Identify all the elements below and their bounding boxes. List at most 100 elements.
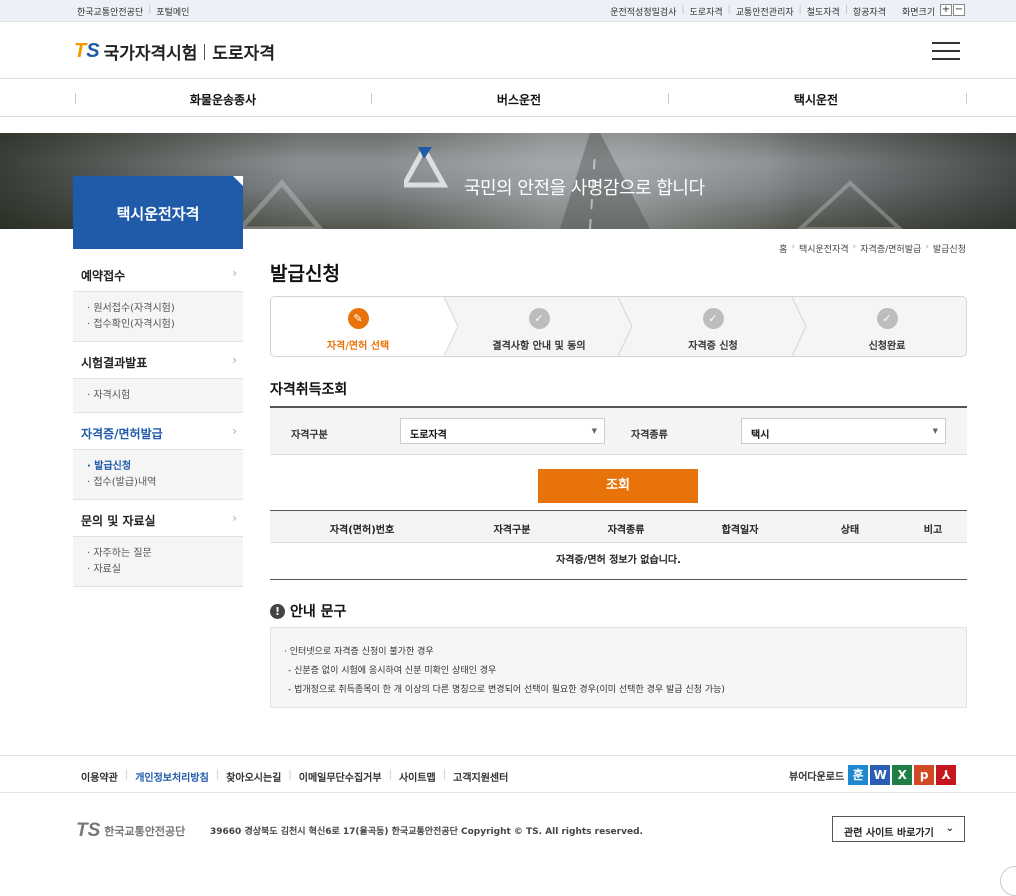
footer-separator: | (442, 769, 447, 780)
util-separator: | (798, 5, 802, 15)
column-header: 자격종류 (607, 525, 645, 536)
nav-divider (966, 93, 967, 104)
category-label: 자격구분 (291, 430, 328, 441)
logo-divider (204, 43, 206, 60)
info-icon: ! (270, 603, 285, 619)
excel-viewer-icon[interactable]: X (892, 765, 913, 785)
related-sites-dropdown[interactable]: 관련 사이트 바로가기 ⌄ (832, 816, 965, 842)
step-agreement: ✓ 결격사항 안내 및 동의 (459, 297, 619, 356)
zoom-out-button[interactable]: − (953, 4, 965, 16)
util-link-road[interactable]: 도로자격 (690, 5, 723, 18)
menu-icon[interactable] (932, 42, 960, 60)
side-subitem-faq[interactable]: · 자주하는 질문 (87, 546, 243, 562)
util-link-portal[interactable]: 포털메인 (156, 5, 189, 18)
logo-name: 국가자격시험 (103, 44, 198, 64)
section-title: 자격취득조회 (270, 382, 348, 398)
result-table: 자격(면허)번호 자격구분 자격종류 합격일자 상태 비고 자격증/면허 정보가… (270, 510, 967, 580)
util-separator: | (148, 5, 152, 15)
step-arrow (792, 297, 806, 356)
footer-separator: | (388, 769, 392, 780)
footer-link-privacy[interactable]: 개인정보처리방침 (135, 769, 209, 784)
side-nav-submenu: · 자격시험 (73, 379, 243, 412)
site-logo[interactable]: TS 국가자격시험 도로자격 (74, 39, 275, 64)
search-form: 자격구분 도로자격 ▼ 자격종류 택시 ▼ (270, 406, 967, 455)
column-header: 비고 (923, 525, 943, 536)
step-complete: ✓ 신청완료 (807, 297, 966, 356)
type-select[interactable]: 택시 ▼ (741, 418, 946, 444)
powerpoint-viewer-icon[interactable]: p (914, 765, 935, 785)
side-nav-group-license: 자격증/면허발급 › · 발급신청 · 접수(발급)내역 (73, 413, 243, 500)
step-label: 자격/면허 선택 (326, 341, 390, 352)
pdf-viewer-icon[interactable]: ⅄ (936, 765, 957, 785)
hangul-viewer-icon[interactable]: 훈 (848, 765, 869, 785)
main-nav: 화물운송종사 버스운전 택시운전 (0, 80, 1016, 117)
chevron-right-icon: › (232, 424, 237, 438)
side-subitem-check[interactable]: · 접수확인(자격시험) (87, 317, 243, 333)
util-link-aptitude[interactable]: 운전적성정밀검사 (610, 5, 676, 18)
footer-link-directions[interactable]: 찾아오시는길 (226, 769, 281, 784)
side-nav-submenu: · 자주하는 질문 · 자료실 (73, 537, 243, 586)
nav-item-taxi[interactable]: 택시운전 (668, 91, 964, 108)
page-title: 발급신청 (270, 263, 340, 285)
footer-link-email-policy[interactable]: 이메일무단수집거부 (299, 769, 382, 784)
banner-triangle-icon (404, 147, 449, 188)
footer-separator: | (124, 769, 129, 780)
side-subitem-library[interactable]: · 자료실 (87, 562, 243, 578)
side-nav-item-results[interactable]: 시험결과발표 › (73, 342, 243, 379)
check-icon: ✓ (876, 308, 898, 329)
util-link-rail[interactable]: 철도자격 (807, 5, 840, 18)
side-nav-item-support[interactable]: 문의 및 자료실 › (73, 500, 243, 537)
notice-box: · 인터넷으로 자격증 신청이 불가한 경우 - 신분증 없이 시험에 응시하여… (270, 627, 967, 708)
util-separator: | (727, 5, 731, 15)
footer-separator: | (288, 769, 292, 780)
check-icon: ✓ (528, 308, 550, 329)
side-nav-group-support: 문의 및 자료실 › · 자주하는 질문 · 자료실 (73, 500, 243, 587)
breadcrumb: 홈 › 택시운전자격 › 자격증/면허발급 › 발급신청 (779, 242, 966, 255)
footer-link-support[interactable]: 고객지원센터 (453, 769, 508, 784)
category-select[interactable]: 도로자격 ▼ (400, 418, 605, 444)
footer-address: 39660 경상북도 김천시 혁신6로 17(율곡동) 한국교통안전공단 Cop… (210, 827, 643, 837)
breadcrumb-item[interactable]: 자격증/면허발급 (860, 242, 921, 255)
column-header: 상태 (840, 525, 860, 536)
zoom-label: 화면크기 (902, 8, 936, 18)
nav-item-bus[interactable]: 버스운전 (371, 91, 667, 108)
side-subitem-apply[interactable]: · 원서접수(자격시험) (87, 301, 243, 317)
util-separator: | (681, 5, 685, 15)
nav-item-cargo[interactable]: 화물운송종사 (75, 91, 371, 108)
step-label: 자격증 신청 (688, 341, 738, 352)
footer-logo-name: 한국교통안전공단 (104, 825, 186, 838)
breadcrumb-home[interactable]: 홈 (779, 242, 787, 255)
viewer-label: 뷰어다운로드 (789, 771, 845, 783)
side-nav-item-reservation[interactable]: 예약접수 › (73, 255, 243, 292)
chevron-right-icon: › (232, 353, 237, 367)
table-header: 자격(면허)번호 자격구분 자격종류 합격일자 상태 비고 (270, 511, 967, 543)
side-subitem-issue-apply[interactable]: · 발급신청 (87, 459, 243, 475)
side-subitem-issue-history[interactable]: · 접수(발급)내역 (87, 475, 243, 491)
footer-links-bar: 이용약관 | 개인정보처리방침 | 찾아오시는길 | 이메일무단수집거부 | 사… (0, 755, 1016, 793)
side-nav-item-license[interactable]: 자격증/면허발급 › (73, 413, 243, 450)
notice-line: - 신분증 없이 시험에 응시하여 신분 미확인 상태인 경우 (288, 666, 497, 676)
side-nav-group-reservation: 예약접수 › · 원서접수(자격시험) · 접수확인(자격시험) (73, 255, 243, 342)
side-subitem-exam[interactable]: · 자격시험 (87, 388, 243, 404)
breadcrumb-item[interactable]: 택시운전자격 (799, 242, 849, 255)
footer-link-sitemap[interactable]: 사이트맵 (399, 769, 436, 784)
side-nav-group-results: 시험결과발표 › · 자격시험 (73, 342, 243, 413)
logo-sub: 도로자격 (212, 44, 275, 64)
type-label: 자격종류 (631, 430, 668, 441)
check-icon: ✓ (702, 308, 724, 329)
footer-link-terms[interactable]: 이용약관 (81, 769, 118, 784)
breadcrumb-separator: › (791, 242, 795, 252)
chevron-right-icon: › (232, 511, 237, 525)
util-link-safety-manager[interactable]: 교통안전관리자 (736, 5, 794, 18)
search-button[interactable]: 조회 (538, 469, 698, 503)
table-empty-message: 자격증/면허 정보가 없습니다. (556, 555, 681, 566)
ts-logo-mark: TS (74, 40, 100, 62)
util-link-aviation[interactable]: 항공자격 (853, 5, 886, 18)
scroll-top-button[interactable] (1000, 866, 1016, 896)
utility-bar: 한국교통안전공단 | 포털메인 운전적성정밀검사 | 도로자격 | 교통안전관리… (0, 0, 1016, 22)
util-separator: | (844, 5, 848, 15)
footer-logo-mark: TS (76, 820, 101, 841)
util-link-kotsa[interactable]: 한국교통안전공단 (77, 5, 143, 18)
word-viewer-icon[interactable]: W (870, 765, 891, 785)
zoom-in-button[interactable]: + (940, 4, 952, 16)
